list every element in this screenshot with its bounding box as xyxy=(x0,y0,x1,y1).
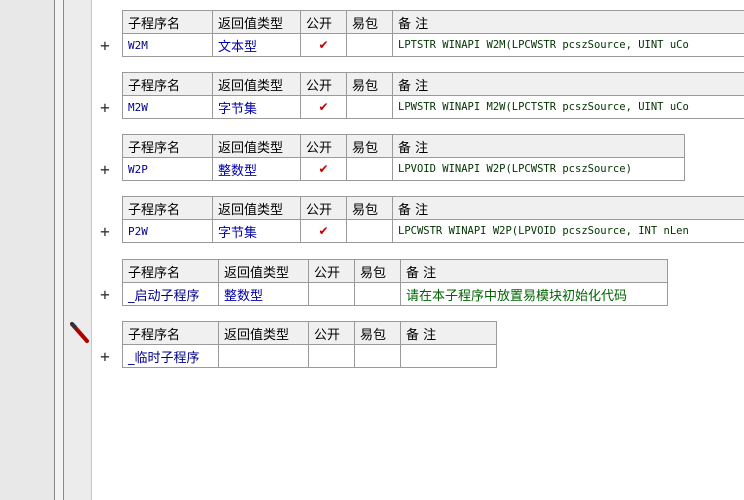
return-type-cell[interactable]: 字节集 xyxy=(212,95,301,119)
easy-pkg-cell[interactable] xyxy=(346,95,393,119)
header-note: 备 注 xyxy=(400,321,497,345)
public-check-icon[interactable]: ✔ xyxy=(300,33,347,57)
header-name: 子程序名 xyxy=(122,259,219,283)
expand-button[interactable]: + xyxy=(98,347,112,366)
header-name: 子程序名 xyxy=(122,134,213,158)
expand-button[interactable]: + xyxy=(98,285,112,304)
header-easy-pkg: 易包 xyxy=(346,10,393,34)
easy-pkg-cell[interactable] xyxy=(346,157,393,181)
header-note: 备 注 xyxy=(400,259,668,283)
header-note: 备 注 xyxy=(392,134,685,158)
return-type-cell[interactable]: 整数型 xyxy=(218,282,309,306)
header-name: 子程序名 xyxy=(122,72,213,96)
subroutine-name[interactable]: W2P xyxy=(122,157,213,181)
public-check-icon[interactable]: ✔ xyxy=(300,219,347,243)
header-return-type: 返回值类型 xyxy=(212,72,301,96)
public-check-icon[interactable] xyxy=(308,344,355,368)
header-return-type: 返回值类型 xyxy=(218,259,309,283)
header-easy-pkg: 易包 xyxy=(354,321,401,345)
header-note: 备 注 xyxy=(392,72,744,96)
expand-button[interactable]: + xyxy=(98,36,112,55)
header-public: 公开 xyxy=(300,72,347,96)
header-return-type: 返回值类型 xyxy=(212,134,301,158)
header-return-type: 返回值类型 xyxy=(212,196,301,220)
note-cell[interactable] xyxy=(400,344,497,368)
header-name: 子程序名 xyxy=(122,10,213,34)
header-note: 备 注 xyxy=(392,10,744,34)
expand-button[interactable]: + xyxy=(98,160,112,179)
header-return-type: 返回值类型 xyxy=(218,321,309,345)
pencil-icon xyxy=(70,322,92,350)
header-public: 公开 xyxy=(300,196,347,220)
easy-pkg-cell[interactable] xyxy=(354,282,401,306)
header-name: 子程序名 xyxy=(122,196,213,220)
header-return-type: 返回值类型 xyxy=(212,10,301,34)
return-type-cell[interactable]: 字节集 xyxy=(212,219,301,243)
public-check-icon[interactable]: ✔ xyxy=(300,157,347,181)
note-cell[interactable]: LPCWSTR WINAPI W2P(LPVOID pcszSource, IN… xyxy=(392,219,744,243)
subroutine-name[interactable]: M2W xyxy=(122,95,213,119)
header-public: 公开 xyxy=(300,10,347,34)
public-check-icon[interactable]: ✔ xyxy=(300,95,347,119)
line-number-gutter xyxy=(0,0,54,500)
header-public: 公开 xyxy=(308,321,355,345)
note-cell[interactable]: LPTSTR WINAPI W2M(LPCWSTR pcszSource, UI… xyxy=(392,33,744,57)
header-public: 公开 xyxy=(300,134,347,158)
return-type-cell[interactable] xyxy=(218,344,309,368)
subroutine-name[interactable]: _启动子程序 xyxy=(122,282,219,306)
expand-button[interactable]: + xyxy=(98,98,112,117)
return-type-cell[interactable]: 整数型 xyxy=(212,157,301,181)
easy-pkg-cell[interactable] xyxy=(354,344,401,368)
return-type-cell[interactable]: 文本型 xyxy=(212,33,301,57)
public-check-icon[interactable] xyxy=(308,282,355,306)
expand-button[interactable]: + xyxy=(98,222,112,241)
note-cell[interactable]: LPVOID WINAPI W2P(LPCWSTR pcszSource) xyxy=(392,157,685,181)
note-cell[interactable]: 请在本子程序中放置易模块初始化代码 xyxy=(400,282,668,306)
subroutine-name[interactable]: W2M xyxy=(122,33,213,57)
subroutine-name[interactable]: P2W xyxy=(122,219,213,243)
expand-margin xyxy=(64,0,91,500)
easy-pkg-cell[interactable] xyxy=(346,33,393,57)
header-easy-pkg: 易包 xyxy=(346,72,393,96)
fold-margin xyxy=(55,0,63,500)
header-public: 公开 xyxy=(308,259,355,283)
header-name: 子程序名 xyxy=(122,321,219,345)
header-easy-pkg: 易包 xyxy=(346,196,393,220)
header-easy-pkg: 易包 xyxy=(354,259,401,283)
easy-pkg-cell[interactable] xyxy=(346,219,393,243)
subroutine-name[interactable]: _临时子程序 xyxy=(122,344,219,368)
margin-divider xyxy=(91,0,92,500)
note-cell[interactable]: LPWSTR WINAPI M2W(LPCTSTR pcszSource, UI… xyxy=(392,95,744,119)
header-easy-pkg: 易包 xyxy=(346,134,393,158)
header-note: 备 注 xyxy=(392,196,744,220)
